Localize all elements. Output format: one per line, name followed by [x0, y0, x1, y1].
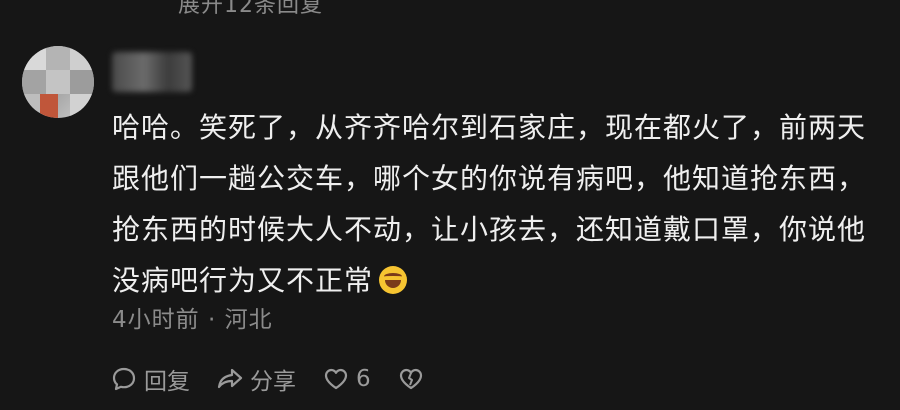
- username-blurred[interactable]: [112, 52, 192, 92]
- expand-replies-link[interactable]: 展开12条回复: [178, 0, 323, 19]
- like-count: 6: [356, 366, 371, 392]
- reply-button[interactable]: 回复: [110, 362, 190, 396]
- reply-label: 回复: [144, 369, 190, 395]
- comment-text: 哈哈。笑死了，从齐齐哈尔到石家庄，现在都火了，前两天 跟他们一趟公交车，哪个女的…: [112, 102, 892, 306]
- comment-line-text: 没病吧行为又不正常: [112, 264, 374, 297]
- comment-time: 4小时前: [112, 307, 200, 333]
- avatar[interactable]: [22, 46, 94, 118]
- broken-heart-icon: [399, 368, 422, 390]
- like-button[interactable]: 6: [322, 365, 371, 393]
- heart-icon: [324, 368, 348, 390]
- dislike-button[interactable]: [397, 365, 431, 393]
- share-arrow-icon: [217, 368, 243, 389]
- meta-separator: ·: [207, 307, 217, 333]
- chat-bubble-icon: [112, 367, 136, 391]
- comment-actions: 回复 分享 6: [110, 362, 457, 396]
- comment-line: 哈哈。笑死了，从齐齐哈尔到石家庄，现在都火了，前两天: [112, 111, 867, 144]
- share-button[interactable]: 分享: [216, 362, 296, 396]
- rolling-on-floor-laughing-emoji: [379, 266, 408, 294]
- share-label: 分享: [250, 369, 296, 395]
- comment-line: 没病吧行为又不正常: [112, 255, 892, 306]
- comment-location: 河北: [224, 307, 273, 333]
- comment-meta: 4小时前 · 河北: [112, 300, 273, 334]
- comment-line: 抢东西的时候大人不动，让小孩去，还知道戴口罩，你说他: [112, 213, 867, 246]
- comment-line: 跟他们一趟公交车，哪个女的你说有病吧，他知道抢东西，: [112, 162, 867, 195]
